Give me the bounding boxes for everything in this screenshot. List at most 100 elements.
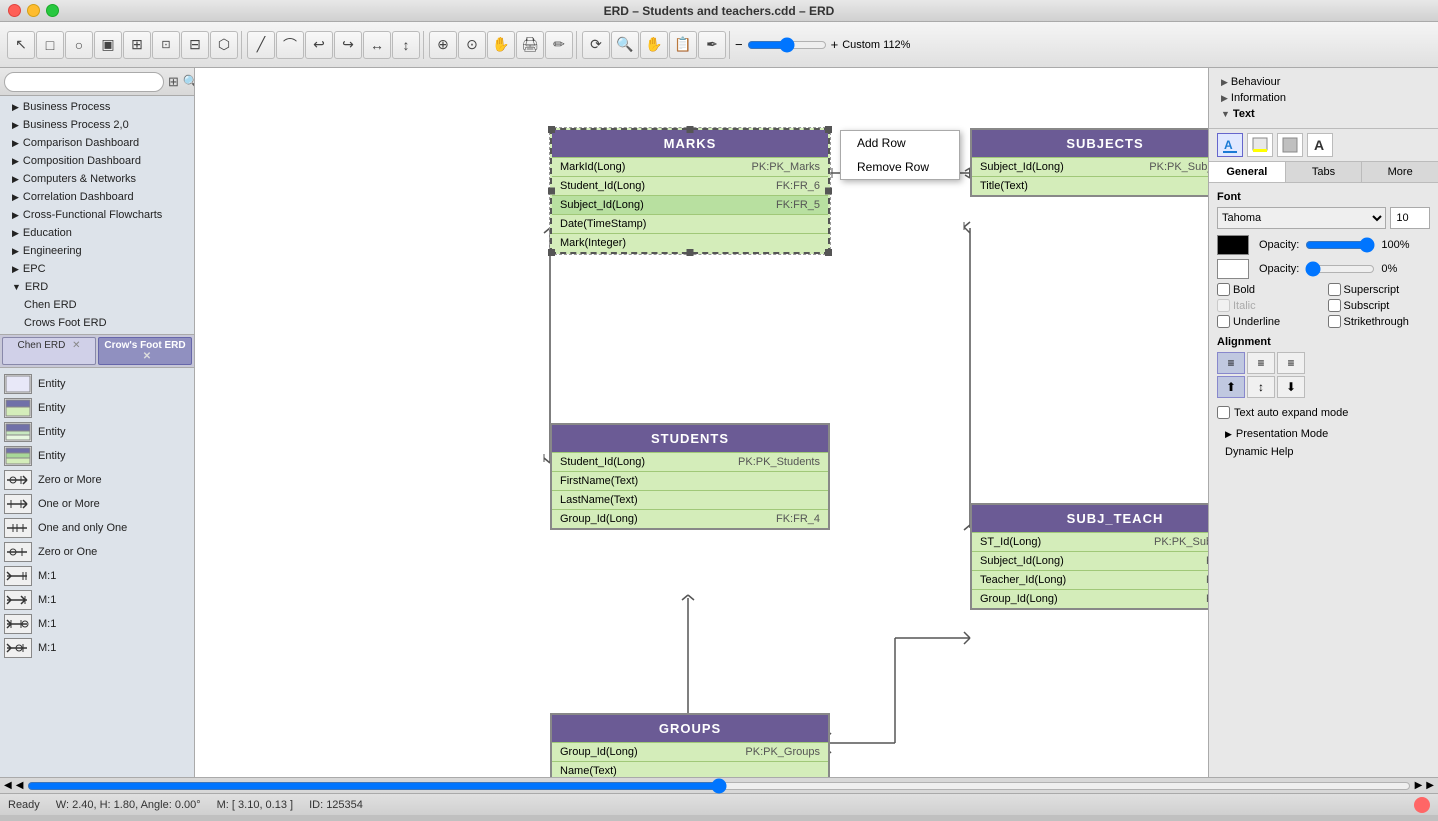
canvas[interactable]: MARKS MarkId(Long) PK:PK_Marks Student_I…: [195, 68, 1208, 777]
color2-swatch[interactable]: [1217, 259, 1249, 279]
nav-erd[interactable]: ▼ERD: [0, 278, 194, 296]
zero-or-one-item[interactable]: Zero or One: [0, 540, 194, 564]
print-tool[interactable]: 🖨: [516, 31, 544, 59]
entity-header-item[interactable]: Entity: [0, 396, 194, 420]
canvas-area[interactable]: MARKS MarkId(Long) PK:PK_Marks Student_I…: [195, 68, 1208, 777]
nav-composition-dashboard[interactable]: ▶Composition Dashboard: [0, 152, 194, 170]
opacity2-slider[interactable]: [1305, 261, 1375, 277]
nav-comparison-dashboard[interactable]: ▶Comparison Dashboard: [0, 134, 194, 152]
scroll-left-btn[interactable]: ◀: [4, 780, 12, 791]
subjects-table[interactable]: SUBJECTS Subject_Id(Long) PK:PK_Subjects…: [970, 128, 1208, 197]
align-middle-btn[interactable]: ↕: [1247, 376, 1275, 398]
align-left-btn[interactable]: ≡: [1217, 352, 1245, 374]
ctx-add-row[interactable]: Add Row: [841, 131, 959, 155]
scroll-right-btn[interactable]: ▶: [1426, 780, 1434, 791]
sel-handle-tl[interactable]: [548, 126, 555, 133]
sel-handle-tm[interactable]: [687, 126, 694, 133]
edit-tool[interactable]: ✒: [698, 31, 726, 59]
zoom-in-tool[interactable]: ⊕: [429, 31, 457, 59]
zoom-slider-input[interactable]: [747, 37, 827, 53]
sel-handle-mr[interactable]: [825, 188, 832, 195]
italic-check-item[interactable]: Italic: [1217, 299, 1320, 312]
scroll-arrow-left[interactable]: ◀: [16, 780, 24, 791]
rect-tool[interactable]: □: [36, 31, 64, 59]
nav-business-process[interactable]: ▶Business Process: [0, 98, 194, 116]
ellipse-tool[interactable]: ○: [65, 31, 93, 59]
opacity1-slider[interactable]: [1305, 237, 1375, 253]
rp-dynamic-help[interactable]: Dynamic Help: [1217, 443, 1430, 461]
refresh-tool[interactable]: ⟳: [582, 31, 610, 59]
nav-correlation-dashboard[interactable]: ▶Correlation Dashboard: [0, 188, 194, 206]
sel-handle-bm[interactable]: [687, 249, 694, 256]
rp-text[interactable]: ▼ Text: [1217, 106, 1430, 122]
sel-handle-tr[interactable]: [825, 126, 832, 133]
hex-tool[interactable]: ⬡: [210, 31, 238, 59]
groups-table[interactable]: GROUPS Group_Id(Long) PK:PK_Groups Name(…: [550, 713, 830, 777]
nav-computers-networks[interactable]: ▶Computers & Networks: [0, 170, 194, 188]
ctx-remove-row[interactable]: Remove Row: [841, 155, 959, 179]
nav-chen-erd[interactable]: Chen ERD: [0, 296, 194, 314]
zero-or-more-item[interactable]: Zero or More: [0, 468, 194, 492]
align-top-btn[interactable]: ⬆: [1217, 376, 1245, 398]
pan-tool[interactable]: ✋: [487, 31, 515, 59]
one-and-only-one-item[interactable]: One and only One: [0, 516, 194, 540]
superscript-check-item[interactable]: Superscript: [1328, 283, 1431, 296]
font-size-input[interactable]: [1390, 207, 1430, 229]
line-tool[interactable]: ╱: [247, 31, 275, 59]
sel-handle-ml[interactable]: [548, 188, 555, 195]
rp-behaviour[interactable]: ▶ Behaviour: [1217, 74, 1430, 90]
close-chen-erd[interactable]: ✕: [72, 340, 80, 351]
bold-check-item[interactable]: Bold: [1217, 283, 1320, 296]
rp-presentation-mode[interactable]: ▶ Presentation Mode: [1217, 425, 1430, 443]
strikethrough-checkbox[interactable]: [1328, 315, 1341, 328]
entity-plain-item[interactable]: Entity: [0, 372, 194, 396]
split-tool[interactable]: ⊡: [152, 31, 180, 59]
marks-table[interactable]: MARKS MarkId(Long) PK:PK_Marks Student_I…: [550, 128, 830, 254]
copy-tool[interactable]: 📋: [669, 31, 697, 59]
zoom-out-icon[interactable]: −: [735, 37, 743, 52]
nav-education[interactable]: ▶Education: [0, 224, 194, 242]
subscript-checkbox[interactable]: [1328, 299, 1341, 312]
underline-checkbox[interactable]: [1217, 315, 1230, 328]
nav-business-process-2[interactable]: ▶Business Process 2,0: [0, 116, 194, 134]
nav-cross-functional[interactable]: ▶Cross-Functional Flowcharts: [0, 206, 194, 224]
search-tool[interactable]: 🔍: [611, 31, 639, 59]
subj-teach-table[interactable]: SUBJ_TEACH ST_Id(Long) PK:PK_Subj_Teach …: [970, 503, 1208, 610]
tab-crows-foot-erd[interactable]: Crow's Foot ERD ✕: [98, 337, 192, 365]
scroll-arrow-right[interactable]: ▶: [1415, 780, 1423, 791]
close-crows-foot-erd[interactable]: ✕: [143, 351, 151, 362]
redo-tool[interactable]: ↪: [334, 31, 362, 59]
one-or-more-item[interactable]: One or More: [0, 492, 194, 516]
nav-engineering[interactable]: ▶Engineering: [0, 242, 194, 260]
strikethrough-check-item[interactable]: Strikethrough: [1328, 315, 1431, 328]
m1-item-4[interactable]: M:1: [0, 636, 194, 660]
align-right-btn[interactable]: ≡: [1277, 352, 1305, 374]
text-auto-expand-checkbox[interactable]: [1217, 406, 1230, 419]
undo-tool[interactable]: ↩: [305, 31, 333, 59]
window-controls[interactable]: [8, 4, 59, 17]
rp-highlight-icon-btn[interactable]: [1247, 133, 1273, 157]
bold-checkbox[interactable]: [1217, 283, 1230, 296]
horizontal-scroll-input[interactable]: [27, 778, 1410, 794]
underline-check-item[interactable]: Underline: [1217, 315, 1320, 328]
grid-view-button[interactable]: ⊞: [168, 72, 179, 92]
select-tool[interactable]: ↖: [7, 31, 35, 59]
rp-text-icon-btn[interactable]: A: [1307, 133, 1333, 157]
search-input[interactable]: [4, 72, 164, 92]
rp-tab-more[interactable]: More: [1362, 162, 1438, 182]
minus-tool[interactable]: ⊟: [181, 31, 209, 59]
font-family-select[interactable]: Tahoma Arial Helvetica: [1217, 207, 1386, 229]
nav-epc[interactable]: ▶EPC: [0, 260, 194, 278]
students-table[interactable]: STUDENTS Student_Id(Long) PK:PK_Students…: [550, 423, 830, 530]
rp-tab-tabs[interactable]: Tabs: [1286, 162, 1363, 182]
color1-swatch[interactable]: [1217, 235, 1249, 255]
curve-tool[interactable]: ⌒: [276, 31, 304, 59]
table-tool[interactable]: ▣: [94, 31, 122, 59]
align-bottom-btn[interactable]: ⬇: [1277, 376, 1305, 398]
maximize-button[interactable]: [46, 4, 59, 17]
m1-item-3[interactable]: M:1: [0, 612, 194, 636]
align-center-btn[interactable]: ≡: [1247, 352, 1275, 374]
zoom-in-icon[interactable]: +: [831, 37, 839, 52]
hand-tool[interactable]: ✋: [640, 31, 668, 59]
rp-fill-icon-btn[interactable]: [1277, 133, 1303, 157]
